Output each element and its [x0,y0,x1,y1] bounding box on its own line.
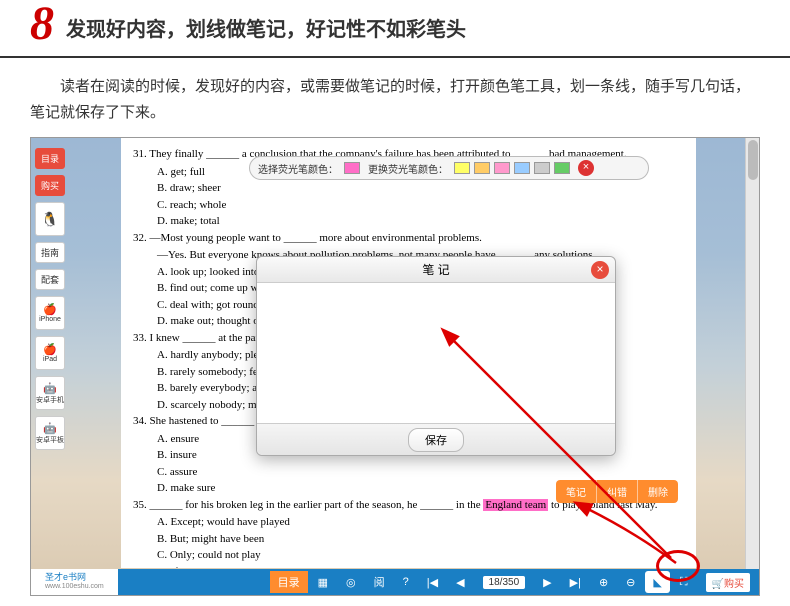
bottom-mulu-button[interactable]: 目录 [270,571,308,593]
last-page-icon[interactable]: ▶| [562,571,589,593]
cart-button[interactable]: 🛒购买 [698,571,758,593]
intro-text: 读者在阅读的时候，发现好的内容，或需要做笔记的时候，打开颜色笔工具，划一条线，随… [30,74,760,125]
hl-close-icon[interactable]: × [578,160,594,176]
popup-note[interactable]: 笔记 [556,480,597,503]
left-sidebar: 目录 购买 🐧 指南 配套 🍎iPhone 🍎iPad 🤖安卓手机 🤖安卓平板 [35,148,67,456]
sidebar-peiset[interactable]: 配套 [35,269,65,290]
bookmark-icon[interactable]: ◎ [338,571,364,593]
note-dialog: 笔 记 × 保存 [256,256,616,456]
hl-color-green[interactable] [554,162,570,174]
note-textarea[interactable] [257,283,615,423]
hl-color-yellow[interactable] [454,162,470,174]
hl-color-orange[interactable] [474,162,490,174]
note-close-icon[interactable]: × [591,261,609,279]
sidebar-guide[interactable]: 指南 [35,242,65,263]
hl-label2: 更换荧光笔颜色： [368,161,448,176]
zoom-out-icon[interactable]: ⊖ [618,571,643,593]
fullscreen-icon[interactable]: ⛶ [672,571,696,593]
hl-color-gray[interactable] [534,162,550,174]
hl-color-pink[interactable] [494,162,510,174]
apple-icon: 🍎 [43,303,57,316]
page-indicator[interactable]: 18/350 [475,571,534,593]
scrollbar[interactable] [745,138,759,595]
qq-icon: 🐧 [41,211,58,228]
prev-page-icon[interactable]: ◀ [448,571,472,593]
hl-current[interactable] [344,162,360,174]
q35-a: A. Except; would have played [133,514,684,531]
q32-stem: 32. —Most young people want to ______ mo… [133,230,684,247]
save-button[interactable]: 保存 [408,428,464,452]
q31-d: D. make; total [133,213,684,230]
zoom-in-icon[interactable]: ⊕ [591,571,616,593]
hl-label1: 选择荧光笔颜色： [258,161,338,176]
popup-correct[interactable]: 纠错 [597,480,638,503]
q31-b: B. draw; sheer [133,180,684,197]
section-title: 发现好内容，划线做笔记，好记性不如彩笔头 [66,13,466,48]
sidebar-android[interactable]: 🤖安卓手机 [35,376,65,410]
bottom-toolbar: 圣才e书网www.100eshu.com 目录 ▦ ◎ 阅 ? |◀ ◀ 18/… [31,569,759,595]
sidebar-iphone[interactable]: 🍎iPhone [35,296,65,330]
android-icon: 🤖 [43,422,57,435]
scrollbar-thumb[interactable] [748,140,758,180]
sidebar-qq[interactable]: 🐧 [35,202,65,236]
grid-icon[interactable]: ▦ [310,571,336,593]
android-icon: 🤖 [43,382,57,395]
sidebar-androidpad[interactable]: 🤖安卓平板 [35,416,65,450]
highlighter-toolbar[interactable]: 选择荧光笔颜色： 更换荧光笔颜色： × [249,156,649,180]
popup-delete[interactable]: 删除 [638,480,678,503]
apple-icon: 🍎 [43,343,57,356]
q35-d: D. If it's not; was able to be [133,564,684,569]
highlighter-tool-icon[interactable]: ◣ [645,571,669,593]
sidebar-buy[interactable]: 购买 [35,175,65,196]
first-page-icon[interactable]: |◀ [419,571,446,593]
q35-c: C. Only; could not play [133,547,684,564]
read-icon[interactable]: 阅 [366,571,393,593]
q34-c: C. assure [133,464,684,481]
section-number: 8 [30,0,54,48]
highlighted-text[interactable]: England team [483,499,548,511]
q31-c: C. reach; whole [133,197,684,214]
screenshot-container: 目录 购买 🐧 指南 配套 🍎iPhone 🍎iPad 🤖安卓手机 🤖安卓平板 … [30,137,760,596]
highlight-context-menu: 笔记 纠错 删除 [556,480,678,503]
hl-color-blue[interactable] [514,162,530,174]
help-icon[interactable]: ? [395,571,417,593]
next-page-icon[interactable]: ▶ [535,571,559,593]
note-title: 笔 记 × [257,257,615,283]
brand-logo[interactable]: 圣才e书网www.100eshu.com [31,569,118,595]
q35-b: B. But; might have been [133,531,684,548]
sidebar-mulu[interactable]: 目录 [35,148,65,169]
sidebar-ipad[interactable]: 🍎iPad [35,336,65,370]
